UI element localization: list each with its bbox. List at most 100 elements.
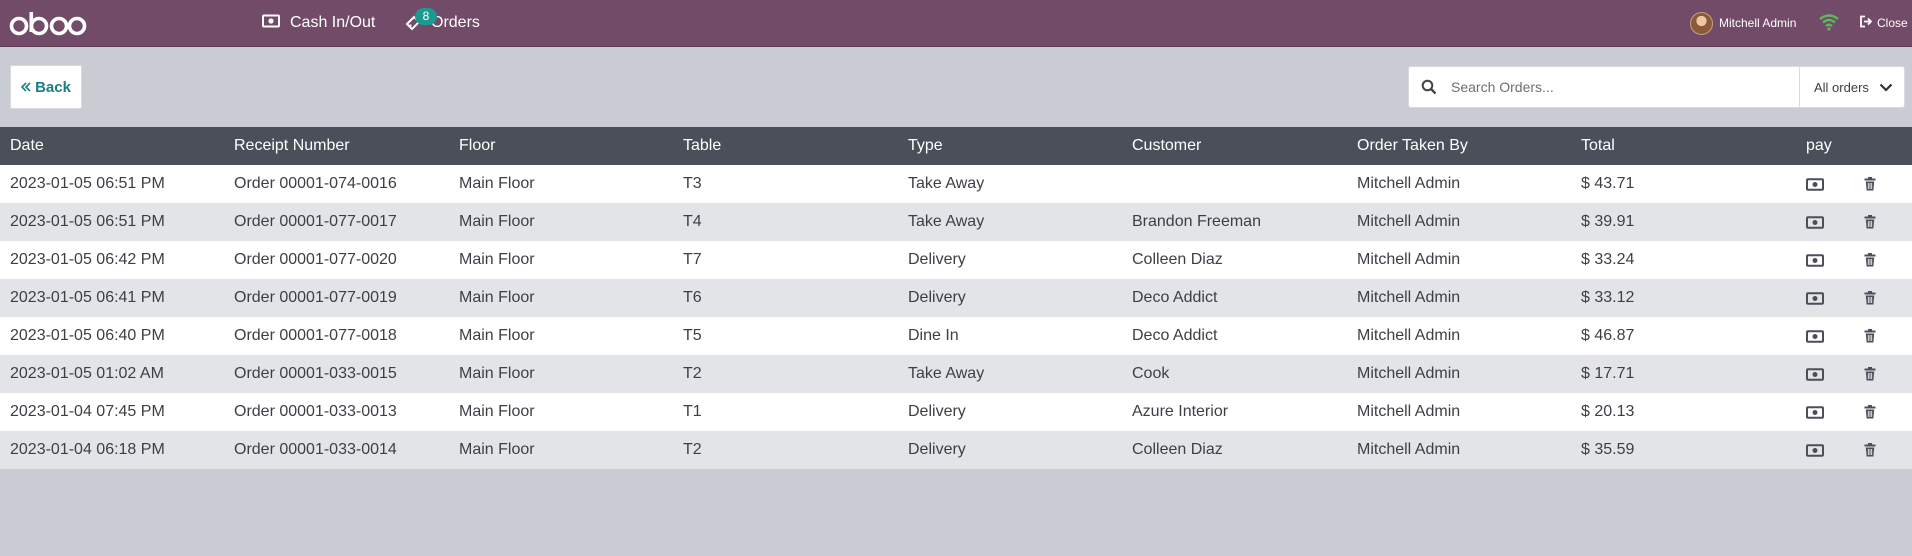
table-header: Date Receipt Number Floor Table Type Cus… xyxy=(0,127,1912,165)
money-icon xyxy=(262,14,280,33)
money-icon[interactable] xyxy=(1806,215,1824,229)
cell-table: T5 xyxy=(683,327,702,344)
back-button[interactable]: Back xyxy=(10,65,82,109)
close-button[interactable]: Close xyxy=(1859,0,1908,46)
table-body: 2023-01-05 06:51 PM Order 00001-074-0016 M… xyxy=(0,165,1912,469)
cell-total: $ 20.13 xyxy=(1581,403,1635,420)
trash-icon[interactable] xyxy=(1864,367,1876,381)
cell-type: Delivery xyxy=(908,403,966,420)
cell-customer: Colleen Diaz xyxy=(1132,251,1223,268)
money-icon[interactable] xyxy=(1806,367,1824,381)
table-row[interactable]: 2023-01-05 06:51 PM Order 00001-077-0017 M… xyxy=(0,203,1912,241)
table-row[interactable]: 2023-01-05 01:02 AM Order 00001-033-0015 M… xyxy=(0,355,1912,393)
cell-total: $ 17.71 xyxy=(1581,365,1635,382)
table-row[interactable]: 2023-01-04 06:18 PM Order 00001-033-0014 M… xyxy=(0,431,1912,469)
table-row[interactable]: 2023-01-05 06:41 PM Order 00001-077-0019 M… xyxy=(0,279,1912,317)
cell-table: T2 xyxy=(683,441,702,458)
cell-total: $ 33.12 xyxy=(1581,289,1635,306)
trash-icon[interactable] xyxy=(1864,329,1876,343)
cell-receipt-number: Order 00001-033-0013 xyxy=(234,403,397,420)
top-navbar: Cash In/Out 8 Orders Mitchell Admin Clos… xyxy=(0,0,1912,47)
odoo-logo xyxy=(9,12,87,36)
table-row[interactable]: 2023-01-05 06:42 PM Order 00001-077-0020 M… xyxy=(0,241,1912,279)
trash-icon[interactable] xyxy=(1864,253,1876,267)
trash-icon[interactable] xyxy=(1864,291,1876,305)
money-icon[interactable] xyxy=(1806,405,1824,419)
cash-in-out-button[interactable]: Cash In/Out xyxy=(262,0,375,46)
header-type: Type xyxy=(908,137,943,154)
cell-customer: Cook xyxy=(1132,365,1170,382)
cell-total: $ 35.59 xyxy=(1581,441,1635,458)
cell-table: T1 xyxy=(683,403,702,420)
cash-in-out-label: Cash In/Out xyxy=(290,14,376,31)
cell-total: $ 33.24 xyxy=(1581,251,1635,268)
cell-table: T2 xyxy=(683,365,702,382)
order-filter-dropdown[interactable]: All orders xyxy=(1799,67,1905,107)
table-row[interactable]: 2023-01-05 06:51 PM Order 00001-074-0016 M… xyxy=(0,165,1912,203)
user-menu[interactable]: Mitchell Admin xyxy=(1690,0,1796,46)
header-order-taken-by: Order Taken By xyxy=(1357,137,1468,154)
cell-floor: Main Floor xyxy=(459,251,535,268)
money-icon[interactable] xyxy=(1806,177,1824,191)
cell-receipt-number: Order 00001-077-0018 xyxy=(234,327,397,344)
filter-label: All orders xyxy=(1814,79,1869,95)
cell-order-taken-by: Mitchell Admin xyxy=(1357,403,1461,420)
search-box: All orders xyxy=(1408,66,1905,108)
cell-date: 2023-01-05 06:41 PM xyxy=(10,289,165,306)
chevron-down-icon xyxy=(1879,80,1893,95)
cell-type: Take Away xyxy=(908,175,985,192)
cell-receipt-number: Order 00001-077-0017 xyxy=(234,213,397,230)
table-row[interactable]: 2023-01-05 06:40 PM Order 00001-077-0018 M… xyxy=(0,317,1912,355)
cell-order-taken-by: Mitchell Admin xyxy=(1357,441,1461,458)
cell-receipt-number: Order 00001-074-0016 xyxy=(234,175,397,192)
cell-floor: Main Floor xyxy=(459,403,535,420)
cell-type: Delivery xyxy=(908,289,966,306)
cell-date: 2023-01-05 06:51 PM xyxy=(10,213,165,230)
cell-total: $ 46.87 xyxy=(1581,327,1635,344)
trash-icon[interactable] xyxy=(1864,215,1876,229)
cell-floor: Main Floor xyxy=(459,175,535,192)
cell-type: Delivery xyxy=(908,441,966,458)
sign-out-icon xyxy=(1859,15,1873,31)
header-total: Total xyxy=(1581,137,1615,154)
money-icon[interactable] xyxy=(1806,291,1824,305)
orders-button[interactable]: 8 Orders xyxy=(405,0,480,46)
cell-floor: Main Floor xyxy=(459,327,535,344)
cell-customer: Brandon Freeman xyxy=(1132,213,1261,230)
table-row[interactable]: 2023-01-04 07:45 PM Order 00001-033-0013 M… xyxy=(0,393,1912,431)
orders-count-badge: 8 xyxy=(415,8,437,25)
user-name: Mitchell Admin xyxy=(1719,16,1797,30)
cell-table: T4 xyxy=(683,213,702,230)
trash-icon[interactable] xyxy=(1864,443,1876,457)
cell-total: $ 43.71 xyxy=(1581,175,1635,192)
money-icon[interactable] xyxy=(1806,443,1824,457)
cell-order-taken-by: Mitchell Admin xyxy=(1357,175,1461,192)
cell-table: T6 xyxy=(683,289,702,306)
cell-floor: Main Floor xyxy=(459,213,535,230)
orders-label: Orders xyxy=(431,14,480,31)
cell-floor: Main Floor xyxy=(459,289,535,306)
trash-icon[interactable] xyxy=(1864,177,1876,191)
header-pay: pay xyxy=(1806,137,1832,154)
cell-table: T7 xyxy=(683,251,702,268)
cell-order-taken-by: Mitchell Admin xyxy=(1357,365,1461,382)
money-icon[interactable] xyxy=(1806,329,1824,343)
cell-order-taken-by: Mitchell Admin xyxy=(1357,289,1461,306)
cell-table: T3 xyxy=(683,175,702,192)
money-icon[interactable] xyxy=(1806,253,1824,267)
header-date: Date xyxy=(10,137,44,154)
cell-date: 2023-01-05 01:02 AM xyxy=(10,365,164,382)
cell-total: $ 39.91 xyxy=(1581,213,1635,230)
cell-customer: Deco Addict xyxy=(1132,327,1218,344)
orders-table: Date Receipt Number Floor Table Type Cus… xyxy=(0,127,1912,469)
trash-icon[interactable] xyxy=(1864,405,1876,419)
cell-date: 2023-01-05 06:40 PM xyxy=(10,327,165,344)
cell-date: 2023-01-04 06:18 PM xyxy=(10,441,165,458)
cell-order-taken-by: Mitchell Admin xyxy=(1357,213,1461,230)
header-floor: Floor xyxy=(459,137,496,154)
search-input[interactable] xyxy=(1451,68,1791,106)
cell-receipt-number: Order 00001-077-0020 xyxy=(234,251,397,268)
cell-date: 2023-01-04 07:45 PM xyxy=(10,403,165,420)
header-receipt-number: Receipt Number xyxy=(234,137,350,154)
cell-customer: Colleen Diaz xyxy=(1132,441,1223,458)
